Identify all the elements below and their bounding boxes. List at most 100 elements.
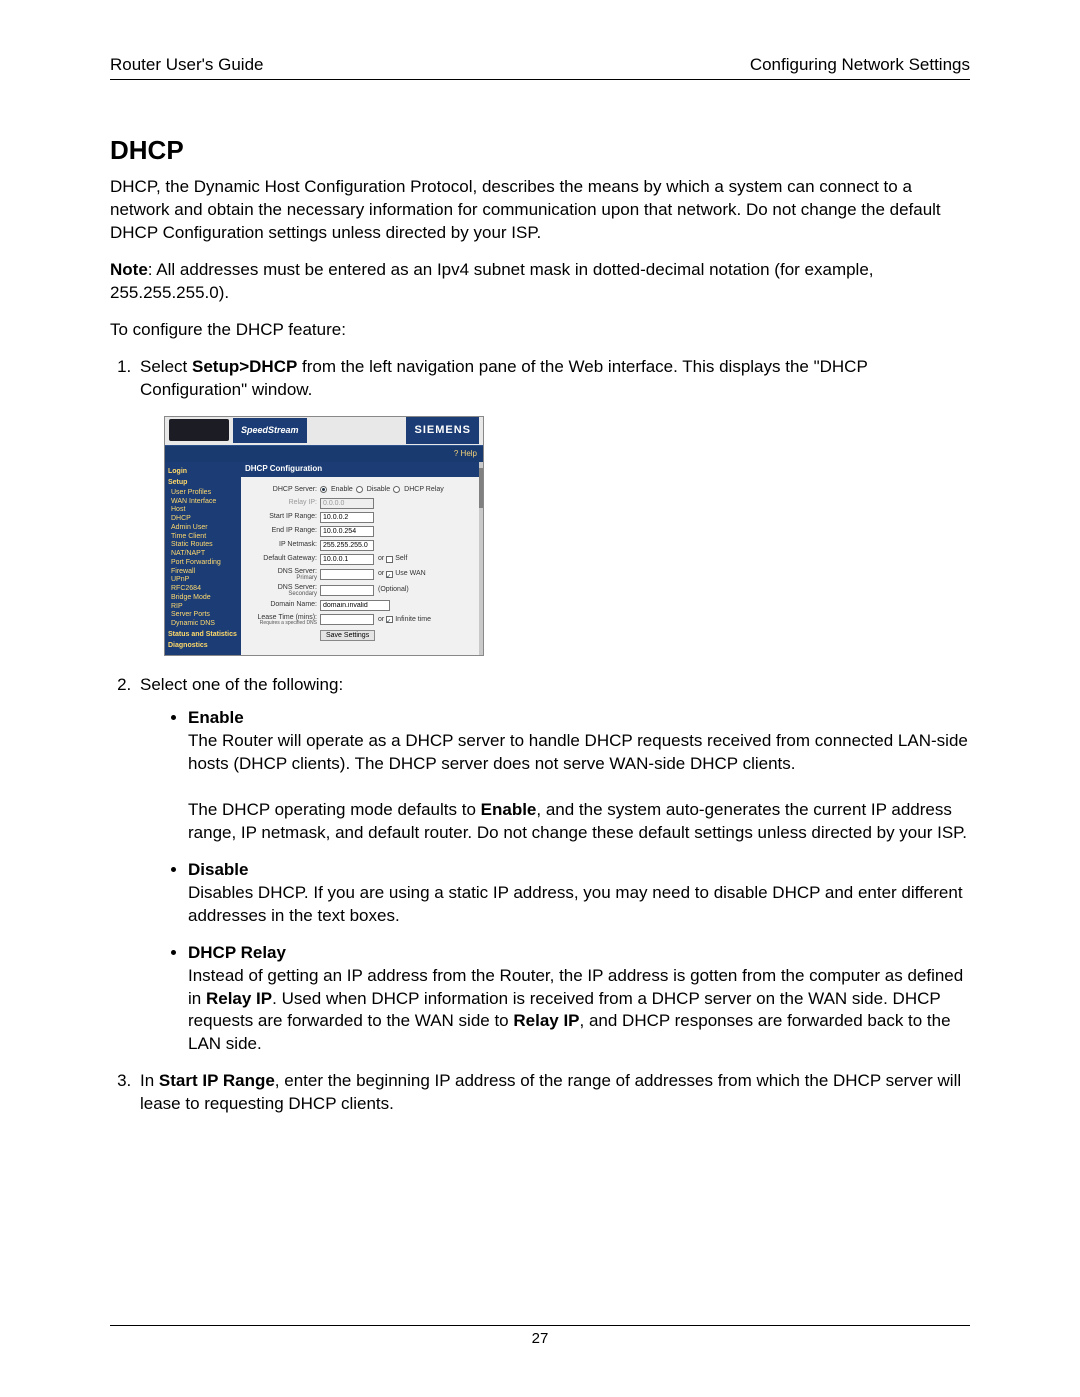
- embedded-screenshot: SpeedStream SIEMENS ? Help Login Setup U…: [164, 416, 970, 657]
- nav-item[interactable]: Server Ports: [168, 611, 238, 620]
- option-enable-p2bold: Enable: [481, 800, 537, 819]
- label-gateway: Default Gateway:: [245, 554, 320, 563]
- page-number: 27: [532, 1330, 549, 1347]
- ui-header: SpeedStream SIEMENS: [165, 417, 483, 445]
- ui-body: Login Setup User Profiles WAN Interface …: [165, 462, 483, 655]
- step1-bold: Setup>DHCP: [192, 357, 297, 376]
- infinite-label: Infinite time: [395, 615, 431, 624]
- brand-siemens: SIEMENS: [406, 417, 479, 444]
- running-header: Router User's Guide Configuring Network …: [110, 55, 970, 80]
- nav-item[interactable]: Port Forwarding: [168, 559, 238, 568]
- input-start-ip[interactable]: [320, 512, 374, 523]
- nav-item[interactable]: NAT/NAPT: [168, 550, 238, 559]
- option-enable-p2a: The DHCP operating mode defaults to: [188, 800, 481, 819]
- router-device-image: [169, 419, 229, 441]
- note-label: Note: [110, 260, 148, 279]
- nav-item[interactable]: WAN Interface: [168, 498, 238, 507]
- steps-list: Select Setup>DHCP from the left navigati…: [110, 356, 970, 1117]
- router-ui: SpeedStream SIEMENS ? Help Login Setup U…: [164, 416, 484, 657]
- option-enable: Enable The Router will operate as a DHCP…: [188, 707, 970, 845]
- input-netmask[interactable]: [320, 540, 374, 551]
- or-text: or: [378, 615, 384, 624]
- radio-dhcp-relay[interactable]: [393, 486, 400, 493]
- note-paragraph: Note: All addresses must be entered as a…: [110, 259, 970, 305]
- nav-item[interactable]: Bridge Mode: [168, 594, 238, 603]
- nav-status[interactable]: Status and Statistics: [168, 631, 238, 640]
- header-right: Configuring Network Settings: [750, 55, 970, 75]
- option-relay-title: DHCP Relay: [188, 942, 970, 965]
- or-text: or: [378, 569, 384, 578]
- label-dns-secondary: DNS Server: Secondary: [245, 584, 320, 597]
- nav-item[interactable]: RIP: [168, 603, 238, 612]
- brand-speedstream: SpeedStream: [233, 418, 307, 442]
- nav-item[interactable]: UPnP: [168, 576, 238, 585]
- option-relay-bold1: Relay IP: [206, 989, 272, 1008]
- nav-item[interactable]: DHCP: [168, 515, 238, 524]
- to-configure-line: To configure the DHCP feature:: [110, 319, 970, 342]
- step2-text: Select one of the following:: [140, 675, 343, 694]
- option-enable-title: Enable: [188, 707, 970, 730]
- left-nav: Login Setup User Profiles WAN Interface …: [165, 462, 241, 655]
- input-lease[interactable]: [320, 614, 374, 625]
- page-footer: 27: [110, 1325, 970, 1347]
- label-end-ip: End IP Range:: [245, 526, 320, 535]
- check-use-wan[interactable]: [386, 571, 393, 578]
- option-disable-title: Disable: [188, 859, 970, 882]
- radio-enable[interactable]: [320, 486, 327, 493]
- nav-item[interactable]: RFC2684: [168, 585, 238, 594]
- self-label: Self: [395, 554, 407, 563]
- scrollbar[interactable]: [479, 462, 483, 655]
- radio-relay-label: DHCP Relay: [404, 485, 444, 494]
- label-start-ip: Start IP Range:: [245, 512, 320, 521]
- intro-paragraph: DHCP, the Dynamic Host Configuration Pro…: [110, 176, 970, 245]
- step3-a: In: [140, 1071, 159, 1090]
- check-self[interactable]: [386, 556, 393, 563]
- nav-item[interactable]: User Profiles: [168, 489, 238, 498]
- option-enable-p1: The Router will operate as a DHCP server…: [188, 731, 968, 773]
- nav-item[interactable]: Dynamic DNS: [168, 620, 238, 629]
- optional-label: (Optional): [378, 585, 409, 594]
- option-disable: Disable Disables DHCP. If you are using …: [188, 859, 970, 928]
- nav-setup[interactable]: Setup: [168, 479, 238, 488]
- nav-item[interactable]: Firewall: [168, 568, 238, 577]
- label-lease: Lease Time (mins): Requires a specified …: [245, 614, 320, 626]
- option-dhcp-relay: DHCP Relay Instead of getting an IP addr…: [188, 942, 970, 1057]
- step3-bold: Start IP Range: [159, 1071, 275, 1090]
- nav-item[interactable]: Static Routes: [168, 541, 238, 550]
- nav-diagnostics[interactable]: Diagnostics: [168, 642, 238, 651]
- radio-disable[interactable]: [356, 486, 363, 493]
- label-relay-ip: Relay IP:: [245, 498, 320, 507]
- nav-item[interactable]: Time Client: [168, 533, 238, 542]
- radio-disable-label: Disable: [367, 485, 390, 494]
- option-relay-bold2: Relay IP: [513, 1011, 579, 1030]
- option-disable-text: Disables DHCP. If you are using a static…: [188, 883, 963, 925]
- label-domain: Domain Name:: [245, 600, 320, 609]
- header-left: Router User's Guide: [110, 55, 263, 75]
- input-dns-secondary[interactable]: [320, 585, 374, 596]
- label-dhcp-server: DHCP Server:: [245, 485, 320, 494]
- label-netmask: IP Netmask:: [245, 540, 320, 549]
- nav-item[interactable]: Admin User: [168, 524, 238, 533]
- use-wan-label: Use WAN: [395, 569, 425, 578]
- input-domain[interactable]: [320, 600, 390, 611]
- radio-enable-label: Enable: [331, 485, 353, 494]
- save-settings-button[interactable]: Save Settings: [320, 630, 375, 641]
- step-1: Select Setup>DHCP from the left navigati…: [136, 356, 970, 657]
- config-panel: DHCP Configuration DHCP Server: Enable D…: [241, 462, 479, 655]
- check-infinite[interactable]: [386, 616, 393, 623]
- note-text: : All addresses must be entered as an Ip…: [110, 260, 874, 302]
- or-text: or: [378, 554, 384, 563]
- input-gateway[interactable]: [320, 554, 374, 565]
- step-2: Select one of the following: Enable The …: [136, 674, 970, 1056]
- page-title: DHCP: [110, 135, 970, 166]
- input-relay-ip[interactable]: [320, 498, 374, 509]
- label-dns-primary: DNS Server: Primary: [245, 568, 320, 581]
- input-dns-primary[interactable]: [320, 569, 374, 580]
- nav-item[interactable]: Host: [168, 506, 238, 515]
- help-link[interactable]: ? Help: [165, 445, 483, 463]
- input-end-ip[interactable]: [320, 526, 374, 537]
- dhcp-form: DHCP Server: Enable Disable DHCP Relay: [241, 477, 479, 647]
- options-list: Enable The Router will operate as a DHCP…: [140, 707, 970, 1056]
- nav-login[interactable]: Login: [168, 468, 238, 477]
- step1-pre: Select: [140, 357, 192, 376]
